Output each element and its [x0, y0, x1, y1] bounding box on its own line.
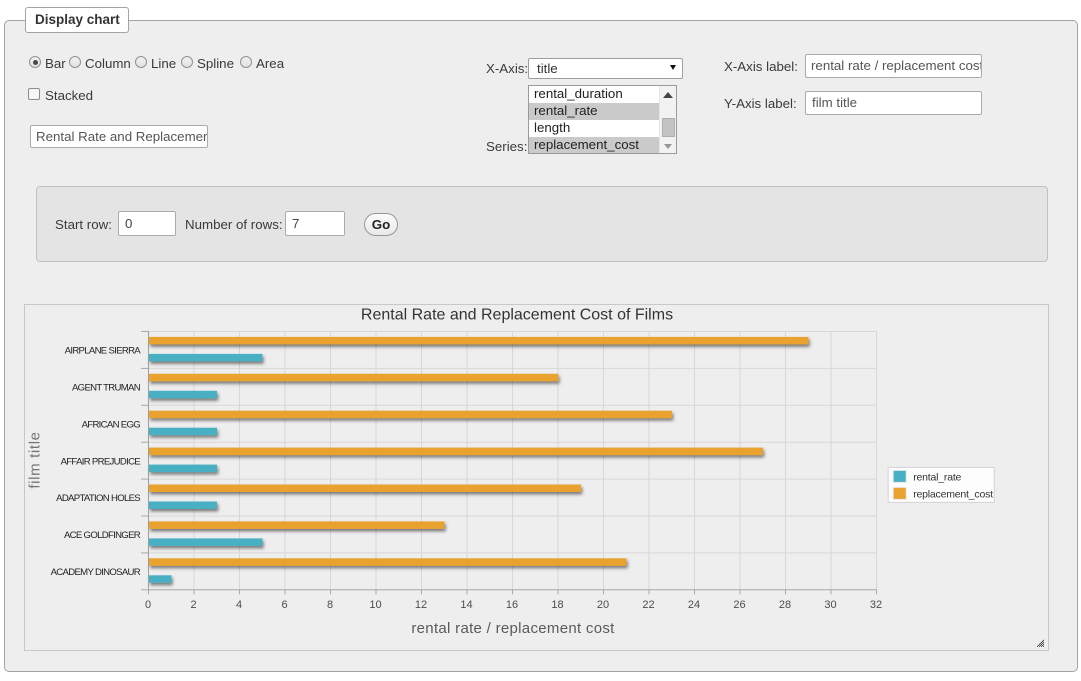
svg-text:22: 22	[642, 599, 654, 611]
svg-text:AIRPLANE SIERRA: AIRPLANE SIERRA	[65, 346, 142, 357]
svg-text:28: 28	[779, 599, 791, 611]
svg-text:24: 24	[688, 599, 700, 611]
svg-text:16: 16	[506, 599, 518, 611]
svg-text:30: 30	[824, 599, 836, 611]
svg-text:Rental Rate and Replacement Co: Rental Rate and Replacement Cost of Film…	[361, 307, 673, 324]
svg-text:32: 32	[870, 599, 882, 611]
svg-text:26: 26	[733, 599, 745, 611]
svg-text:12: 12	[415, 599, 427, 611]
svg-text:rental rate / replacement cost: rental rate / replacement cost	[411, 620, 615, 637]
svg-text:18: 18	[551, 599, 563, 611]
svg-text:AGENT TRUMAN: AGENT TRUMAN	[72, 383, 141, 394]
svg-text:film title: film title	[27, 431, 44, 488]
svg-text:14: 14	[460, 599, 472, 611]
svg-text:10: 10	[369, 599, 381, 611]
svg-text:ADAPTATION HOLES: ADAPTATION HOLES	[56, 493, 140, 504]
svg-text:4: 4	[236, 599, 242, 611]
svg-text:8: 8	[327, 599, 333, 611]
svg-text:20: 20	[597, 599, 609, 611]
svg-text:2: 2	[190, 599, 196, 611]
svg-text:replacement_cost: replacement_cost	[913, 488, 993, 500]
svg-text:ACADEMY DINOSAUR: ACADEMY DINOSAUR	[51, 567, 141, 578]
svg-text:AFFAIR PREJUDICE: AFFAIR PREJUDICE	[61, 456, 141, 467]
svg-text:ACE GOLDFINGER: ACE GOLDFINGER	[64, 530, 141, 541]
svg-text:rental_rate: rental_rate	[913, 471, 961, 483]
svg-text:0: 0	[145, 599, 151, 611]
svg-text:AFRICAN EGG: AFRICAN EGG	[82, 420, 141, 431]
svg-text:6: 6	[281, 599, 287, 611]
